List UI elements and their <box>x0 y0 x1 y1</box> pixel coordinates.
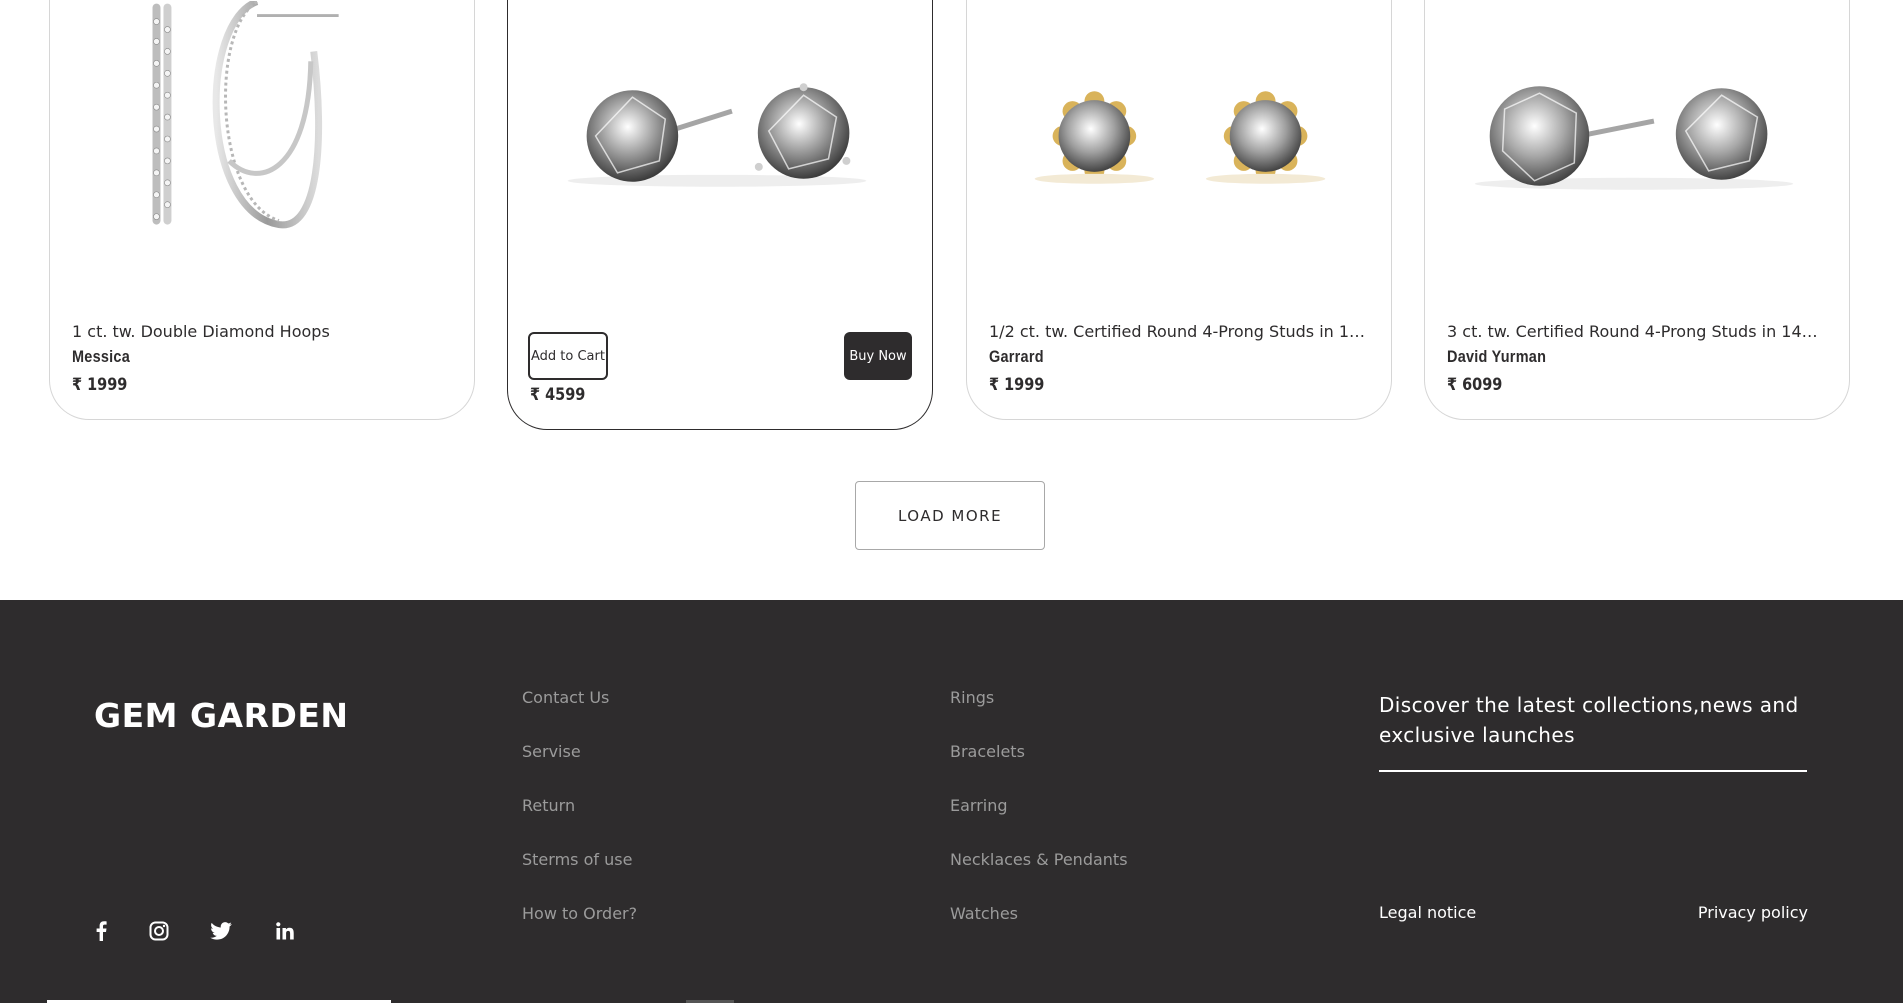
product-name[interactable]: 1 ct. tw. Double Diamond Hoops <box>72 322 452 341</box>
product-price: ₹ 6099 <box>1447 375 1503 395</box>
footer-link-servise[interactable]: Servise <box>522 740 637 794</box>
privacy-policy-link[interactable]: Privacy policy <box>1698 903 1808 922</box>
legal-notice-link[interactable]: Legal notice <box>1379 903 1476 922</box>
instagram-icon[interactable] <box>146 918 172 944</box>
product-price: ₹ 4599 <box>530 385 586 405</box>
product-name[interactable]: 1/2 ct. tw. Certified Round 4-Prong Stud… <box>989 322 1369 341</box>
silver-diamond-stud-image <box>1474 86 1794 190</box>
footer-links-info: Contact Us Servise Return Sterms of use … <box>522 686 637 956</box>
newsletter-text: Discover the latest collections,news and… <box>1379 693 1799 747</box>
footer-logo[interactable]: GEM GARDEN <box>94 696 349 735</box>
footer-link-terms[interactable]: Sterms of use <box>522 848 637 902</box>
product-card[interactable]: 1 ct. tw. Double Diamond Hoops Messica ₹… <box>49 0 475 420</box>
footer-link-earring[interactable]: Earring <box>950 794 1128 848</box>
facebook-icon[interactable] <box>88 918 114 944</box>
product-card[interactable]: 3 ct. tw. Certified Round 4-Prong Studs … <box>1424 0 1850 420</box>
gold-diamond-stud-image <box>1034 91 1326 184</box>
site-footer: GEM GARDEN Contact Us Servise Return Ste… <box>0 600 1903 1003</box>
footer-link-watches[interactable]: Watches <box>950 902 1128 956</box>
add-to-cart-button[interactable]: Add to Cart <box>528 332 608 380</box>
product-brand: David Yurman <box>1447 347 1547 366</box>
diamond-stud-3prong-image <box>567 83 867 187</box>
product-brand: Garrard <box>989 347 1044 366</box>
product-price: ₹ 1999 <box>72 375 128 395</box>
product-price: ₹ 1999 <box>989 375 1045 395</box>
load-more-button[interactable]: LOAD MORE <box>855 481 1045 550</box>
footer-link-return[interactable]: Return <box>522 794 637 848</box>
product-grid: 1 ct. tw. Double Diamond Hoops Messica ₹… <box>0 0 1903 600</box>
footer-link-how-to-order[interactable]: How to Order? <box>522 902 637 956</box>
footer-links-categories: Rings Bracelets Earring Necklaces & Pend… <box>950 686 1128 956</box>
product-brand: Messica <box>72 347 131 366</box>
buy-now-button[interactable]: Buy Now <box>844 332 912 380</box>
linkedin-icon[interactable] <box>272 918 298 944</box>
diamond-hoop-earring-image <box>152 1 339 229</box>
footer-link-necklaces[interactable]: Necklaces & Pendants <box>950 848 1128 902</box>
product-card[interactable]: 1/2 ct. tw. Certified Round 4-Prong Stud… <box>966 0 1392 420</box>
newsletter-input-underline[interactable] <box>1379 770 1807 772</box>
footer-link-rings[interactable]: Rings <box>950 686 1128 740</box>
footer-link-contact-us[interactable]: Contact Us <box>522 686 637 740</box>
product-card[interactable]: Add to Cart Buy Now ₹ 4599 <box>507 0 933 430</box>
footer-link-bracelets[interactable]: Bracelets <box>950 740 1128 794</box>
twitter-icon[interactable] <box>208 918 234 944</box>
product-name[interactable]: 3 ct. tw. Certified Round 4-Prong Studs … <box>1447 322 1827 341</box>
